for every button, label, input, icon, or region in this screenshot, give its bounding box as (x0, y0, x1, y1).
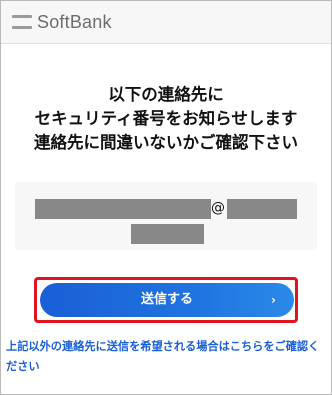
page-title: 以下の連絡先に セキュリティ番号をお知らせします 連絡先に間違いないかご確認下さ… (1, 83, 331, 155)
softbank-logo[interactable]: SoftBank (12, 13, 112, 31)
page-frame: SoftBank 以下の連絡先に セキュリティ番号をお知らせします 連絡先に間違… (0, 0, 332, 395)
redacted-email-local-part (35, 199, 211, 219)
redacted-email-domain-suffix (131, 224, 204, 244)
header: SoftBank (1, 1, 331, 44)
title-line-3: 連絡先に間違いないかご確認下さい (34, 133, 298, 152)
brand-name: SoftBank (37, 12, 112, 32)
redacted-email-domain (227, 199, 297, 219)
alternate-contact-link[interactable]: 上記以外の連絡先に送信を希望される場合はこちらをご確認ください (6, 337, 328, 377)
send-button[interactable]: 送信する › (40, 283, 294, 317)
softbank-bars-logo-icon (12, 15, 32, 29)
title-line-1: 以下の連絡先に (108, 85, 224, 104)
title-line-2: セキュリティ番号をお知らせします (34, 109, 298, 128)
send-button-label: 送信する (140, 292, 193, 307)
chevron-right-icon: › (271, 293, 276, 307)
email-at-symbol: @ (211, 200, 225, 216)
